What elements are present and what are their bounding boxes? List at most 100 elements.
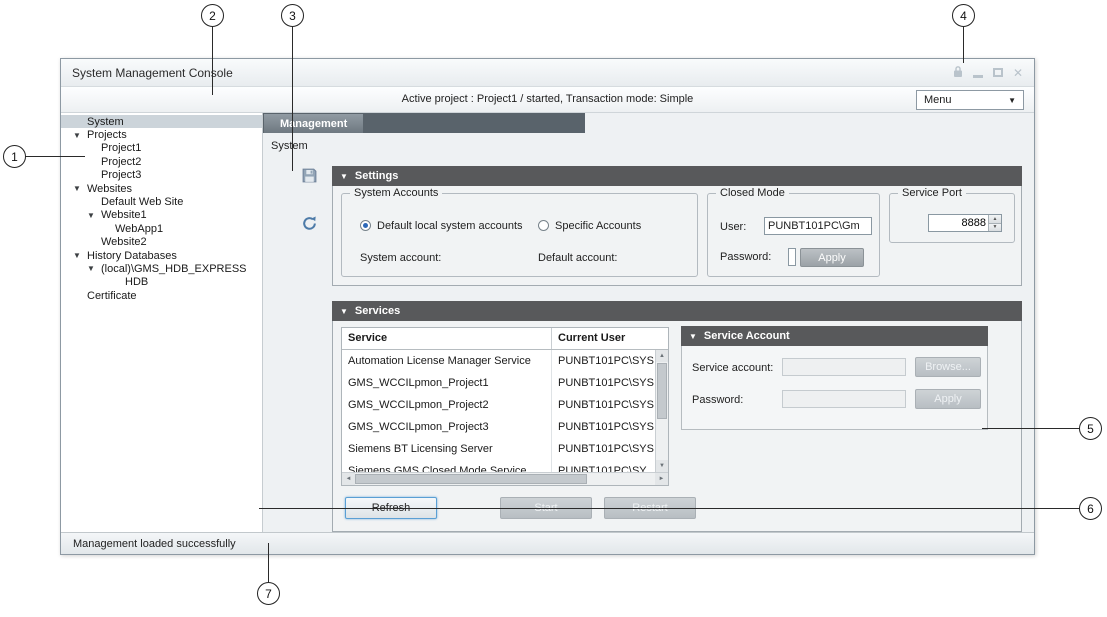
tree-item-history-databases[interactable]: History Databases: [61, 249, 262, 262]
closed-mode-apply-button[interactable]: Apply: [800, 248, 864, 267]
service-account-title: Service Account: [704, 330, 790, 342]
user-input[interactable]: [764, 217, 872, 235]
save-button[interactable]: [299, 165, 319, 185]
status-text: Management loaded successfully: [73, 538, 236, 550]
settings-group-title: Settings: [355, 170, 398, 182]
callout-line-4: [963, 27, 964, 63]
closed-mode-groupbox: Closed Mode User: Password: Apply: [707, 193, 880, 277]
navigation-tree: System Projects Project1 Project2 Projec…: [61, 113, 263, 532]
tree-item-certificate[interactable]: Certificate: [61, 289, 262, 302]
scroll-right-icon[interactable]: [655, 473, 668, 485]
radio-specific-accounts-label: Specific Accounts: [555, 220, 641, 232]
scrollbar-thumb[interactable]: [657, 363, 667, 419]
callout-line-5: [982, 428, 1079, 429]
tree-item-system[interactable]: System: [61, 115, 262, 128]
table-row[interactable]: GMS_WCCILpmon_Project2 PUNBT101PC\SYS: [342, 394, 668, 416]
browse-button[interactable]: Browse...: [915, 357, 981, 377]
closed-mode-legend: Closed Mode: [716, 187, 789, 199]
horizontal-scrollbar[interactable]: [342, 472, 668, 485]
refresh-button[interactable]: [299, 213, 319, 233]
collapse-icon: [340, 172, 348, 181]
system-accounts-groupbox: System Accounts Default local system acc…: [341, 193, 698, 277]
minimize-button[interactable]: [973, 75, 983, 78]
expander-icon[interactable]: [73, 131, 87, 140]
service-account-label: Service account:: [692, 362, 773, 374]
chevron-down-icon: [1008, 96, 1016, 105]
service-account-input[interactable]: [782, 358, 906, 376]
service-account-header[interactable]: Service Account: [681, 326, 988, 346]
system-accounts-legend: System Accounts: [350, 187, 442, 199]
tree-item-project1[interactable]: Project1: [61, 142, 262, 155]
tree-item-label: Projects: [87, 129, 127, 141]
spin-down-icon[interactable]: [989, 223, 1001, 232]
spinner-buttons: [988, 215, 1001, 231]
save-icon: [301, 167, 318, 184]
tree-item-project2[interactable]: Project2: [61, 155, 262, 168]
close-button[interactable]: [1013, 67, 1023, 79]
service-name-cell: GMS_WCCILpmon_Project2: [342, 394, 552, 416]
column-header-service[interactable]: Service: [342, 328, 552, 349]
tree-item-label: WebApp1: [115, 223, 163, 235]
expander-icon[interactable]: [87, 264, 101, 273]
tree-item-website1[interactable]: Website1: [61, 209, 262, 222]
tab-row: Management: [263, 113, 1034, 133]
callout-line-2: [212, 27, 213, 95]
callout-label: 1: [11, 150, 18, 164]
callout-6: 6: [1079, 497, 1102, 520]
expander-icon[interactable]: [73, 184, 87, 193]
table-row[interactable]: Siemens GMS Closed Mode Service PUNBT101…: [342, 460, 668, 472]
scroll-left-icon[interactable]: [342, 473, 355, 485]
tree-item-projects[interactable]: Projects: [61, 128, 262, 141]
service-port-stepper[interactable]: [928, 214, 1002, 232]
callout-label: 6: [1087, 502, 1094, 516]
menu-dropdown[interactable]: Menu: [916, 90, 1024, 110]
page-title: System: [271, 140, 308, 152]
service-port-legend: Service Port: [898, 187, 966, 199]
tree-item-project3[interactable]: Project3: [61, 169, 262, 182]
tree-item-default-web-site[interactable]: Default Web Site: [61, 195, 262, 208]
tab-management[interactable]: Management: [264, 114, 363, 133]
tree-item-hdb[interactable]: HDB: [61, 276, 262, 289]
service-name-cell: GMS_WCCILpmon_Project1: [342, 372, 552, 394]
services-table-rows: Automation License Manager Service PUNBT…: [342, 350, 668, 472]
services-group-header[interactable]: Services: [332, 301, 1022, 321]
service-account-body: Service account: Browse... Password: App…: [681, 346, 988, 430]
callout-label: 4: [960, 9, 967, 23]
spin-up-icon[interactable]: [989, 215, 1001, 223]
tree-item-label: Project3: [101, 169, 141, 181]
radio-specific-accounts[interactable]: [538, 220, 549, 231]
table-row[interactable]: GMS_WCCILpmon_Project3 PUNBT101PC\SYS: [342, 416, 668, 438]
radio-default-local-accounts[interactable]: [360, 220, 371, 231]
table-row[interactable]: GMS_WCCILpmon_Project1 PUNBT101PC\SYS: [342, 372, 668, 394]
scroll-down-icon[interactable]: [656, 460, 668, 472]
tree-item-website2[interactable]: Website2: [61, 236, 262, 249]
maximize-button[interactable]: [993, 68, 1003, 77]
tree-item-local-gms-hdb-express[interactable]: (local)\GMS_HDB_EXPRESS: [61, 262, 262, 275]
service-account-password-input[interactable]: [782, 390, 906, 408]
expander-icon[interactable]: [87, 211, 101, 220]
expander-icon[interactable]: [73, 251, 87, 260]
scroll-up-icon[interactable]: [656, 350, 668, 362]
tree-item-webapp1[interactable]: WebApp1: [61, 222, 262, 235]
system-account-label: System account:: [360, 252, 441, 264]
callout-3: 3: [281, 4, 304, 27]
service-port-groupbox: Service Port: [889, 193, 1015, 243]
settings-group-header[interactable]: Settings: [332, 166, 1022, 186]
table-row[interactable]: Siemens BT Licensing Server PUNBT101PC\S…: [342, 438, 668, 460]
tree-item-websites[interactable]: Websites: [61, 182, 262, 195]
services-table: Service Current User Automation License …: [341, 327, 669, 486]
service-port-input[interactable]: [929, 215, 988, 231]
callout-label: 7: [265, 587, 272, 601]
content-pane: Management System: [263, 113, 1034, 532]
callout-4: 4: [952, 4, 975, 27]
table-row[interactable]: Automation License Manager Service PUNBT…: [342, 350, 668, 372]
vertical-scrollbar[interactable]: [655, 350, 668, 472]
service-account-apply-button[interactable]: Apply: [915, 389, 981, 409]
tree-item-label: Website2: [101, 236, 147, 248]
column-header-current-user[interactable]: Current User: [552, 328, 668, 349]
current-user-cell: PUNBT101PC\SY: [552, 460, 668, 472]
closed-mode-password-input[interactable]: [788, 248, 796, 266]
scrollbar-thumb[interactable]: [355, 474, 587, 484]
service-name-cell: Siemens BT Licensing Server: [342, 438, 552, 460]
closed-mode-password-label: Password:: [720, 251, 771, 263]
